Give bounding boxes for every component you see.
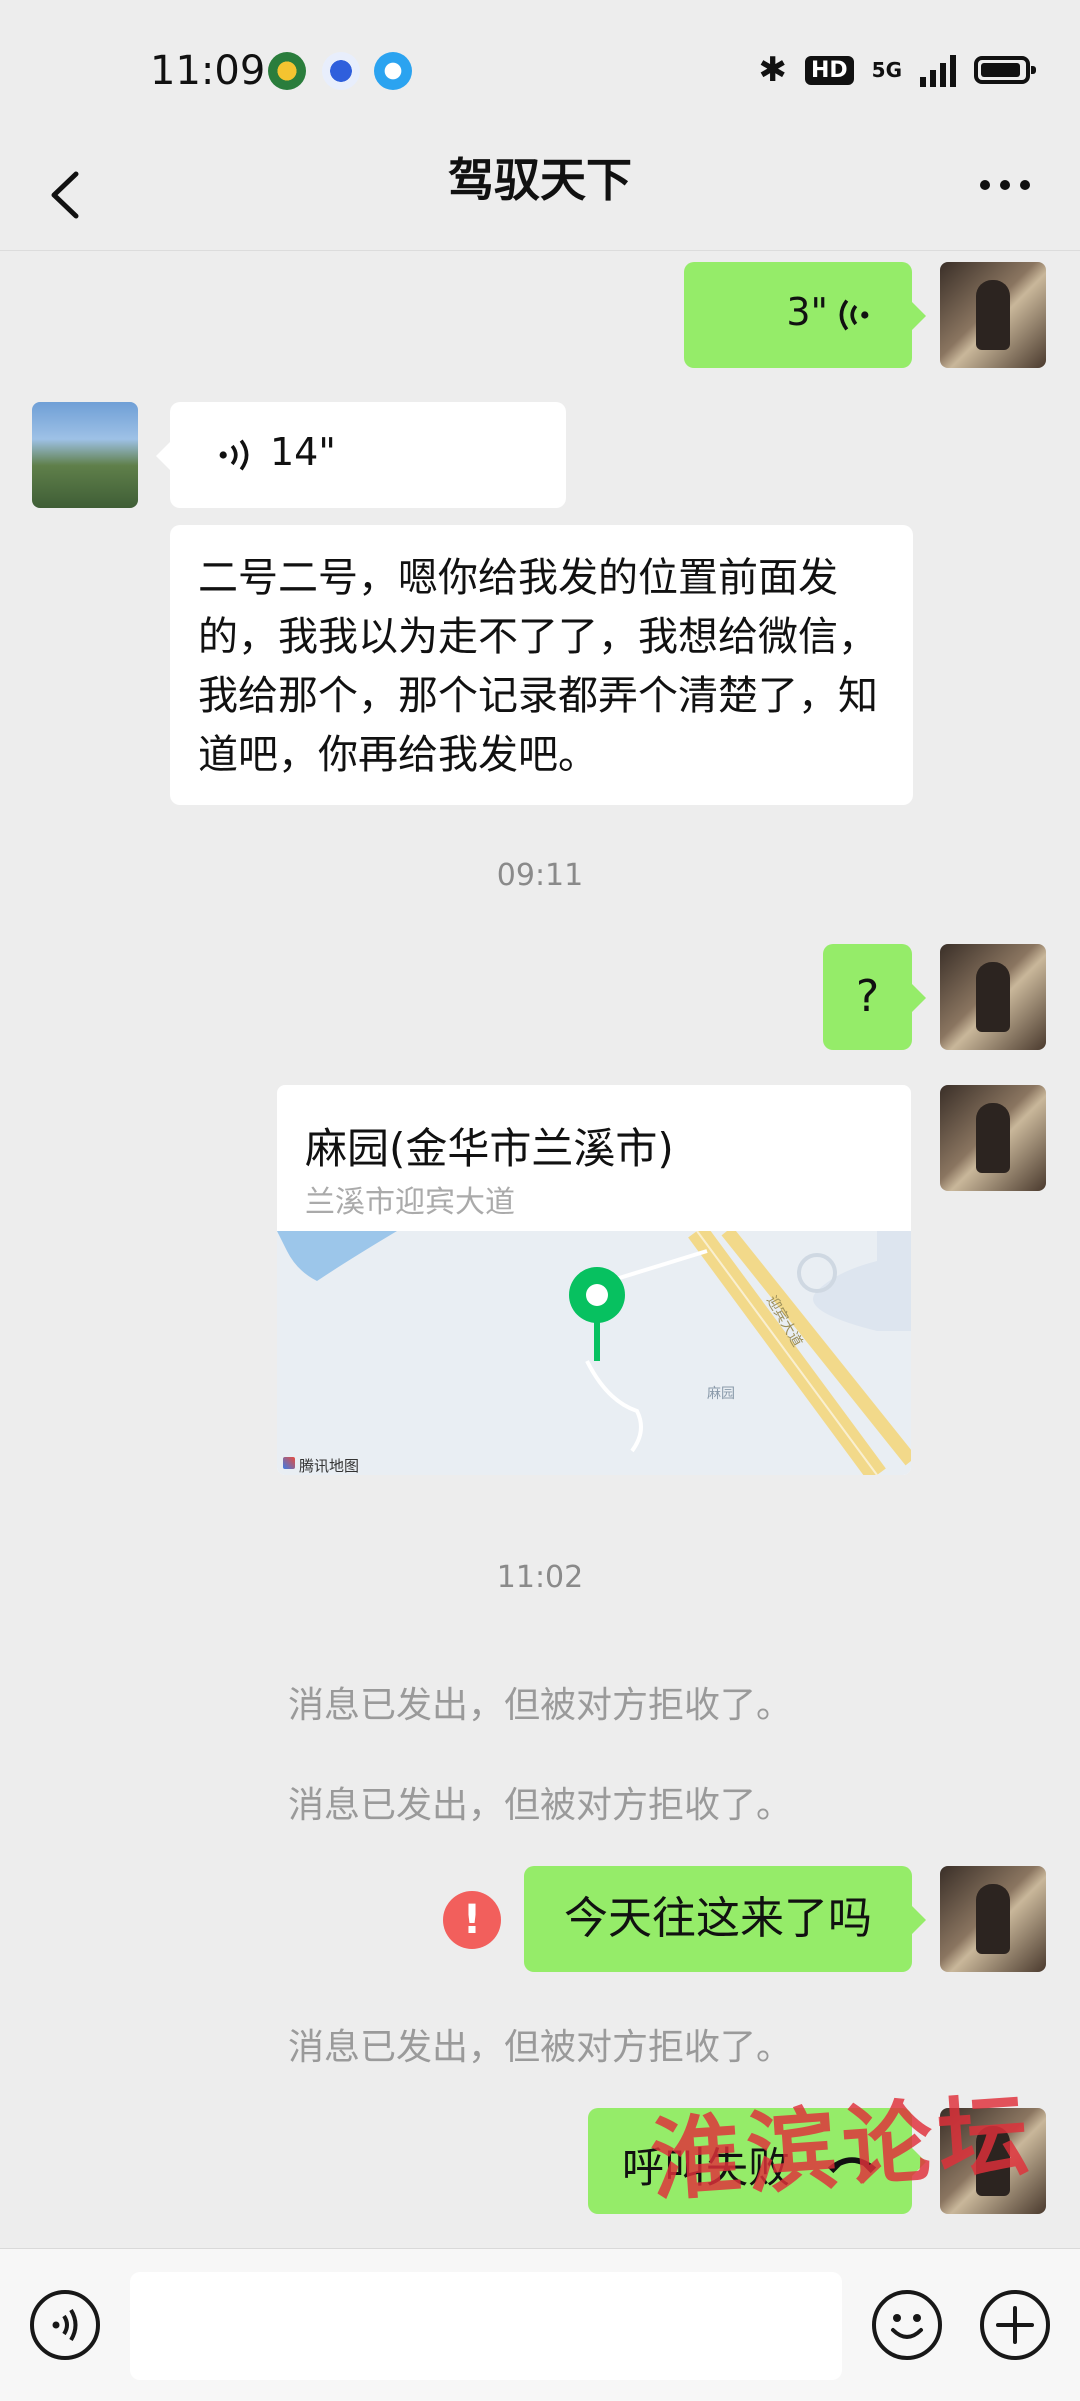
baidu-app-icon [322,52,360,90]
voice-duration: 3" [786,290,828,334]
voice-duration: 14" [270,430,336,474]
voice-icon [52,2308,78,2342]
location-card[interactable]: 麻园(金华市兰溪市) 兰溪市迎宾大道 迎宾大道 麻园 腾讯地图 [277,1085,911,1475]
map-brand: 腾讯地图 [299,1457,360,1475]
rejected-notice: 消息已发出，但被对方拒收了。 [287,1785,792,1826]
chat-title: 驾驭天下 [448,153,632,207]
map-canvas [277,1231,911,1475]
transcript-text: 二号二号，嗯你给我发的位置前面发的，我我以为走不了了，我想给微信，我给那个，那个… [198,555,878,778]
timestamp: 09:11 [496,858,584,893]
voice-transcript-bubble[interactable]: 二号二号，嗯你给我发的位置前面发的，我我以为走不了了，我想给微信，我给那个，那个… [170,525,913,805]
emoji-button[interactable] [872,2290,942,2360]
peer-avatar[interactable] [32,402,138,508]
network-label: 5G [871,58,902,82]
sent-voice-bubble[interactable]: 3" [684,262,926,368]
message-text: 今天往这来了吗 [564,1893,872,1944]
plus-icon [996,2306,1034,2344]
location-map[interactable]: 迎宾大道 麻园 腾讯地图 [277,1231,911,1475]
status-indicators: ✱ HD 5G [758,50,1036,90]
send-failed-icon[interactable]: ! [443,1891,501,1949]
map-place-label: 麻园 [707,1386,735,1402]
voice-wave-icon [219,439,249,471]
sent-text-bubble[interactable]: ? [823,944,926,1050]
rejected-notice: 消息已发出，但被对方拒收了。 [287,2027,792,2068]
received-voice-bubble[interactable]: 14" [156,402,566,508]
location-address: 兰溪市迎宾大道 [305,1185,515,1220]
more-options-button[interactable] [970,165,1040,205]
forum-watermark: 淮滨论坛 [647,2081,1038,2215]
more-functions-button[interactable] [980,2290,1050,2360]
emoji-icon [891,2314,923,2339]
my-avatar[interactable] [940,944,1046,1050]
signal-icon [920,53,956,87]
sent-text-bubble[interactable]: 今天往这来了吗 [524,1866,926,1972]
voice-input-button[interactable] [30,2290,100,2360]
message-input[interactable] [130,2272,842,2380]
status-time: 11:09 [150,48,266,94]
my-avatar[interactable] [940,1085,1046,1191]
timestamp: 11:02 [496,1560,584,1595]
voice-wave-icon [839,299,869,331]
location-name: 麻园(金华市兰溪市) [305,1124,674,1173]
my-avatar[interactable] [940,262,1046,368]
battery-icon [974,56,1036,84]
my-avatar[interactable] [940,1866,1046,1972]
video-app-icon [268,52,306,90]
rejected-notice: 消息已发出，但被对方拒收了。 [287,1685,792,1726]
bluetooth-icon: ✱ [758,50,787,90]
hd-badge: HD [804,55,854,85]
browser-app-icon [374,52,412,90]
message-text: ? [855,971,880,1022]
map-brand-icon [283,1457,295,1469]
